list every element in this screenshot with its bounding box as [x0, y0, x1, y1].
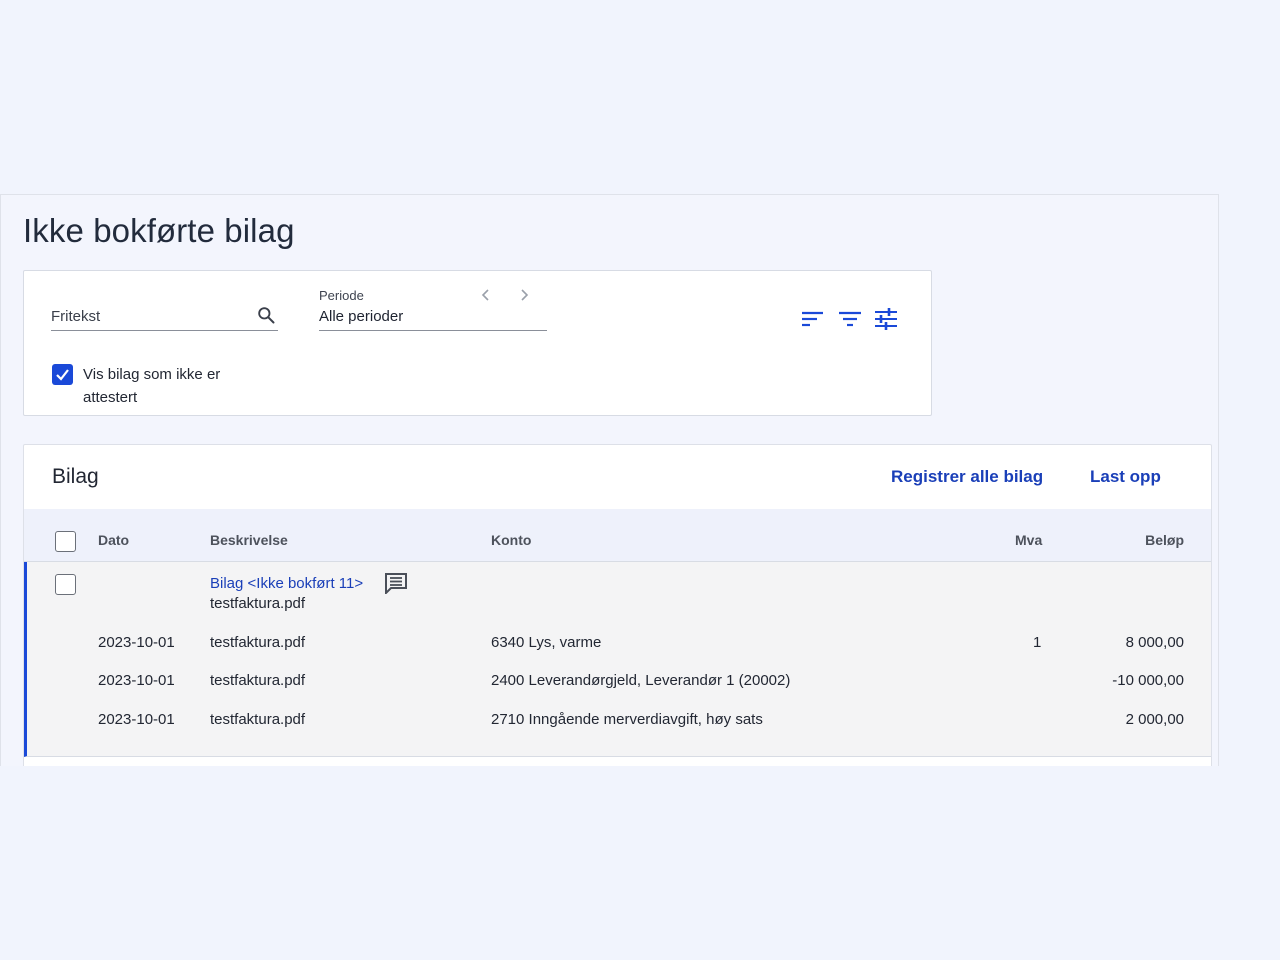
- chevron-left-icon[interactable]: [478, 287, 494, 303]
- column-belop[interactable]: Beløp: [1145, 532, 1184, 548]
- sort-icon[interactable]: [800, 307, 826, 331]
- main-panel: Ikke bokførte bilag Fritekst Periode All…: [0, 194, 1219, 766]
- bilag-link[interactable]: Bilag <Ikke bokført 11>: [210, 575, 363, 592]
- upload-button[interactable]: Last opp: [1090, 467, 1161, 487]
- attestert-checkbox[interactable]: [52, 364, 73, 385]
- row-belop: -10 000,00: [1112, 672, 1184, 689]
- periode-label: Periode: [319, 288, 364, 303]
- search-placeholder: Fritekst: [51, 308, 101, 325]
- periode-select[interactable]: Periode Alle perioder: [319, 287, 547, 331]
- row-dato: 2023-10-01: [98, 711, 175, 728]
- select-all-checkbox[interactable]: [55, 531, 76, 552]
- row-beskrivelse: testfaktura.pdf: [210, 634, 306, 651]
- row-konto: 2400 Leverandørgjeld, Leverandør 1 (2000…: [491, 672, 791, 689]
- row-beskrivelse: testfaktura.pdf: [210, 672, 306, 689]
- column-beskrivelse[interactable]: Beskrivelse: [210, 532, 288, 548]
- bilag-group[interactable]: Bilag <Ikke bokført 11> testfaktura.pdf …: [24, 562, 1211, 757]
- register-all-button[interactable]: Registrer alle bilag: [891, 467, 1043, 487]
- row-belop: 8 000,00: [1125, 634, 1184, 651]
- search-icon[interactable]: [256, 305, 276, 325]
- filter-icon[interactable]: [837, 307, 863, 331]
- row-dato: 2023-10-01: [98, 634, 175, 651]
- row-konto: 2710 Inngående merverdiavgift, høy sats: [491, 711, 763, 728]
- tune-icon[interactable]: [873, 307, 899, 331]
- column-konto[interactable]: Konto: [491, 532, 531, 548]
- column-mva[interactable]: Mva: [1015, 532, 1042, 548]
- bilag-card: Bilag Registrer alle bilag Last opp Dato…: [23, 444, 1212, 766]
- check-icon: [56, 369, 69, 381]
- chevron-right-icon[interactable]: [516, 287, 532, 303]
- page-title: Ikke bokførte bilag: [23, 212, 295, 249]
- attestert-checkbox-label: Vis bilag som ikke er attestert: [83, 366, 221, 406]
- search-input[interactable]: Fritekst: [51, 298, 278, 331]
- bilag-filename: testfaktura.pdf: [210, 595, 306, 612]
- filter-card: Fritekst Periode Alle perioder Vis bilag…: [23, 270, 932, 416]
- periode-value: Alle perioder: [319, 308, 404, 325]
- row-dato: 2023-10-01: [98, 672, 175, 689]
- column-dato[interactable]: Dato: [98, 532, 129, 548]
- row-belop: 2 000,00: [1125, 711, 1184, 728]
- bilag-card-title: Bilag: [52, 465, 99, 488]
- row-mva: 1: [1033, 634, 1042, 651]
- comment-icon[interactable]: [384, 572, 408, 594]
- row-konto: 6340 Lys, varme: [491, 634, 602, 651]
- table-header: Dato Beskrivelse Konto Mva Beløp: [24, 509, 1211, 562]
- row-checkbox[interactable]: [55, 574, 76, 595]
- row-beskrivelse: testfaktura.pdf: [210, 711, 306, 728]
